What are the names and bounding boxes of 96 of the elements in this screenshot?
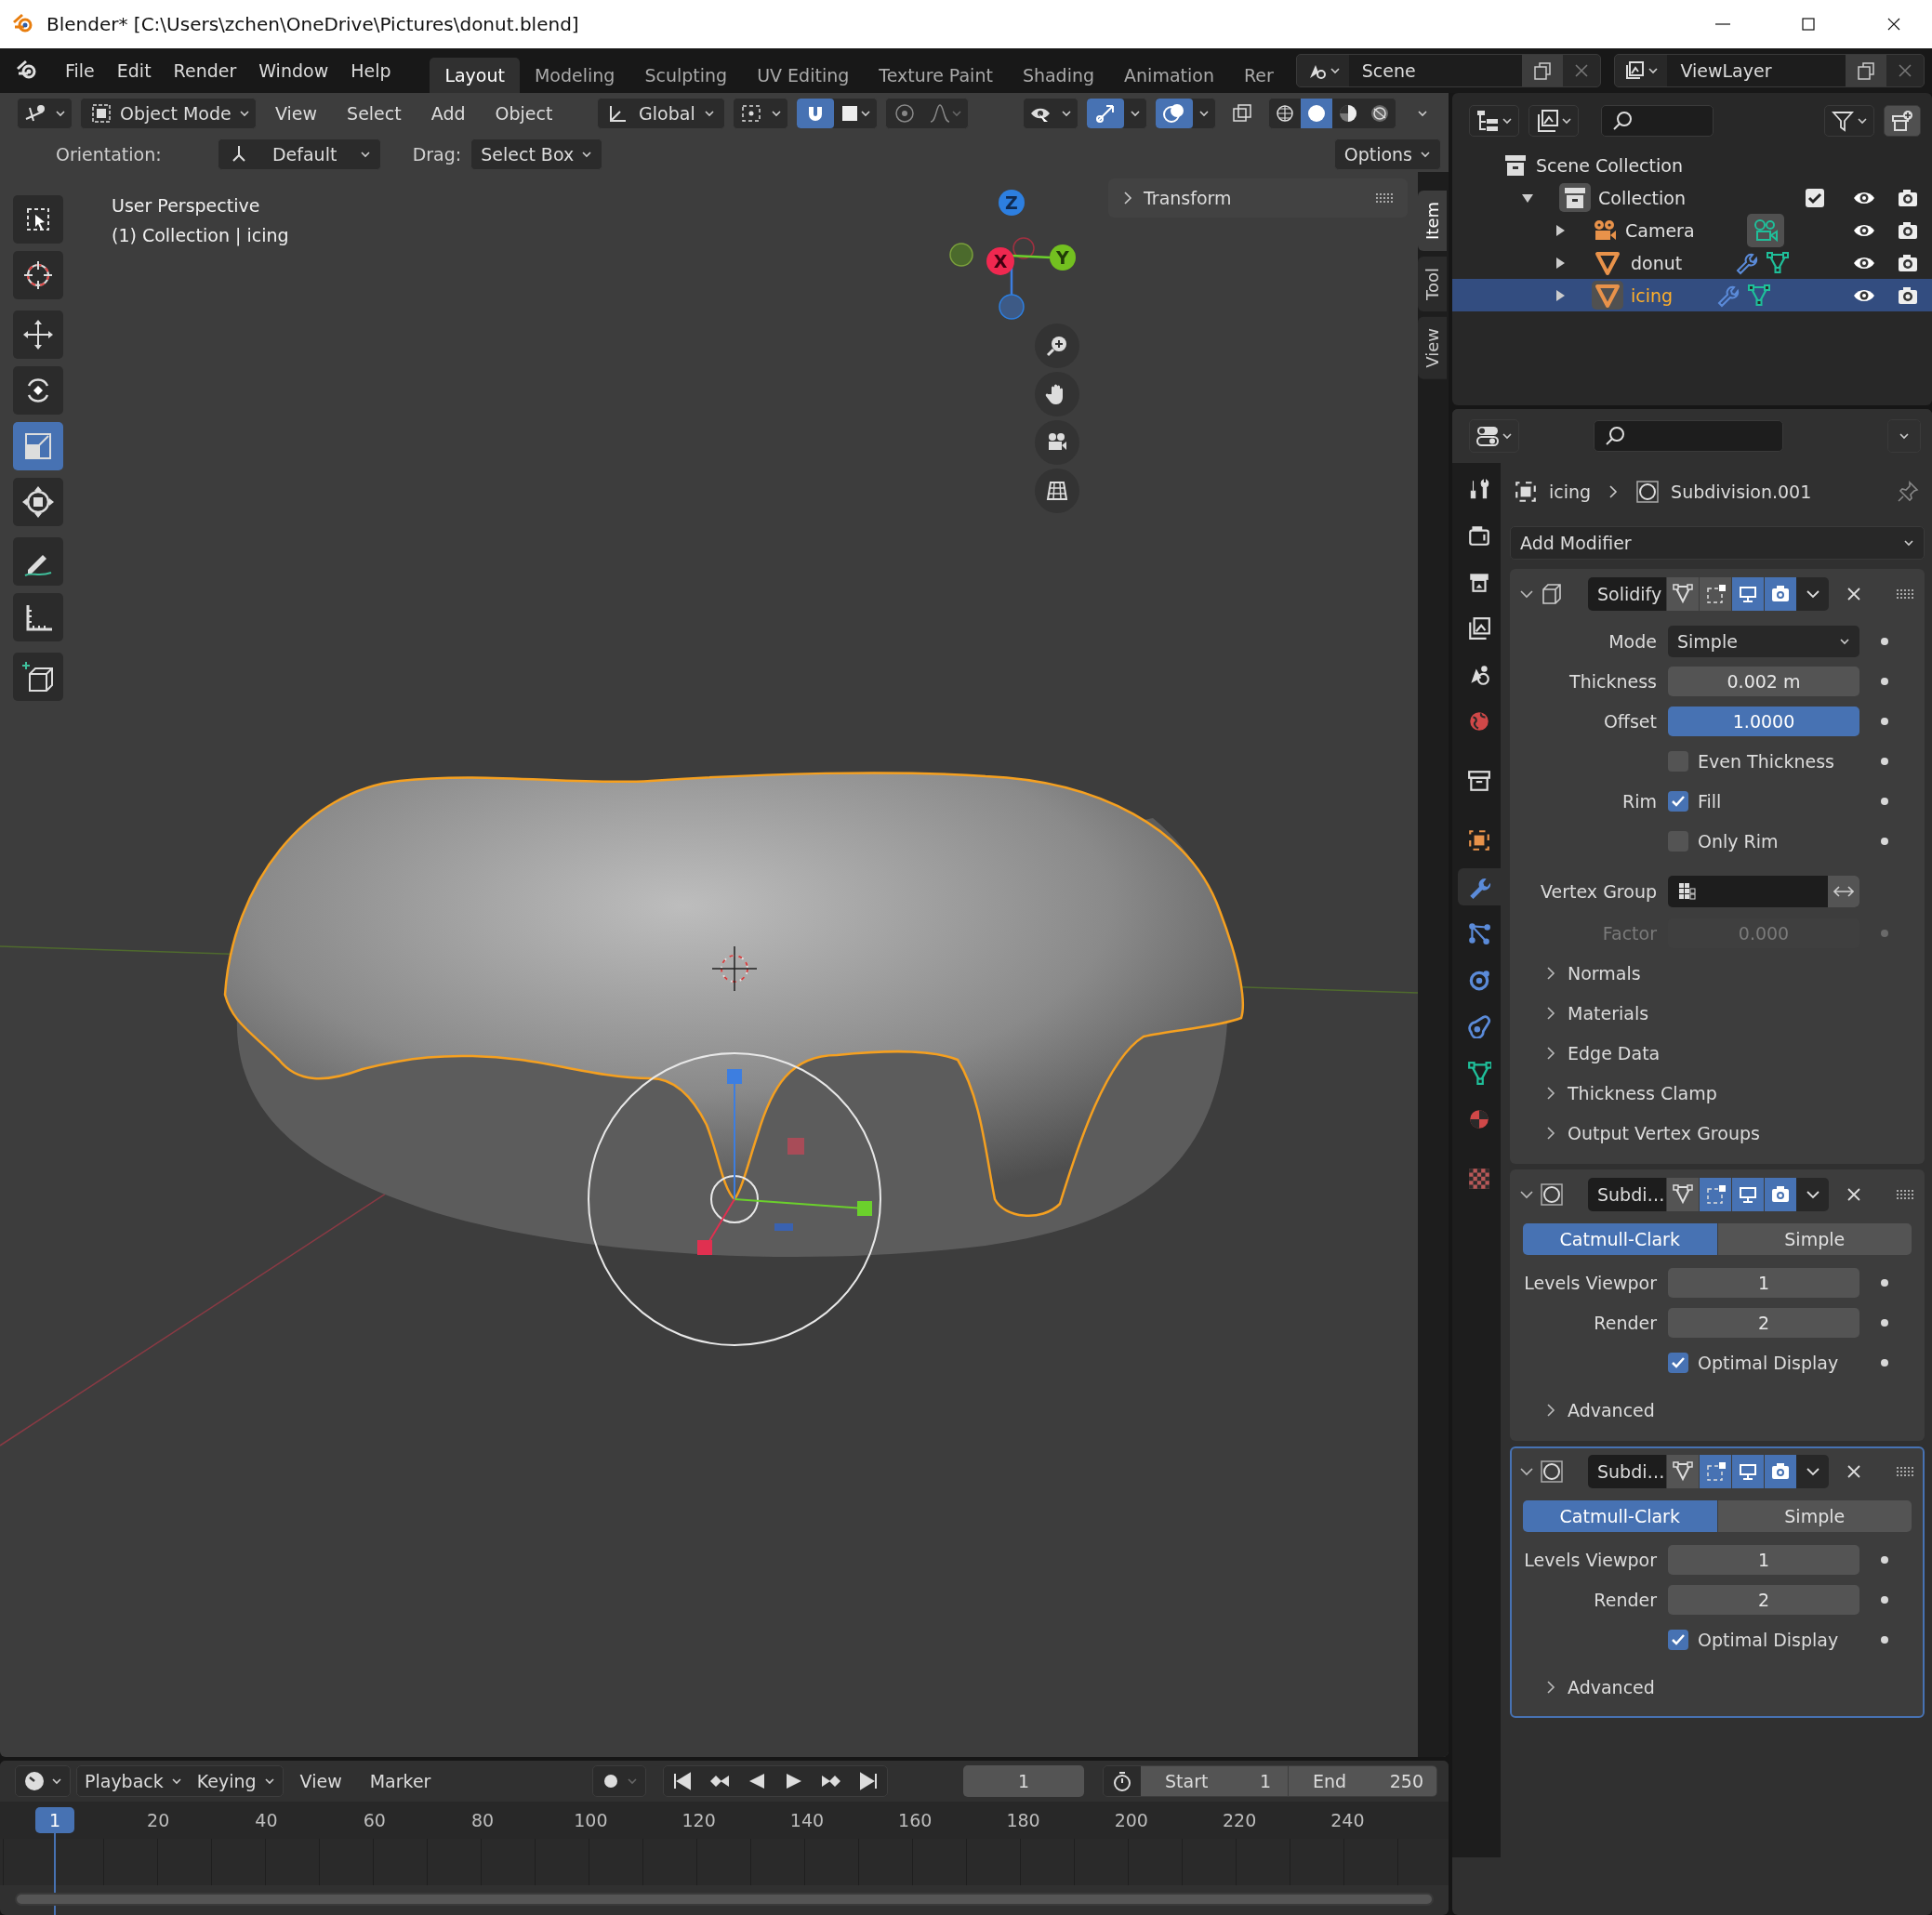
- number-field[interactable]: 1.0000: [1668, 706, 1859, 736]
- field-label: Offset: [1602, 710, 1657, 732]
- menu-item[interactable]: Object: [483, 98, 564, 129]
- number-field[interactable]: 2: [1668, 1584, 1859, 1615]
- subpanel-header[interactable]: Advanced: [1519, 1390, 1915, 1430]
- transform-panel-header[interactable]: Transform: [1108, 178, 1408, 218]
- frame-number: 80: [470, 1809, 496, 1832]
- orientation-dropdown[interactable]: Default: [217, 139, 381, 170]
- segment-button[interactable]: Simple: [1716, 1500, 1912, 1532]
- frame-number: 200: [1113, 1809, 1149, 1832]
- frame-number: 220: [1222, 1809, 1258, 1832]
- field-label: Thickness: [1568, 670, 1657, 692]
- menu-item[interactable]: Select: [336, 98, 413, 129]
- add-modifier-dropdown[interactable]: Add Modifier: [1510, 526, 1925, 560]
- subpanel-header[interactable]: Advanced: [1519, 1667, 1915, 1707]
- checkbox-label: Even Thickness: [1698, 750, 1834, 772]
- menu-item[interactable]: Help: [339, 55, 403, 86]
- segment-button[interactable]: Catmull-Clark: [1523, 1223, 1717, 1255]
- outliner-row[interactable]: donut: [1452, 246, 1932, 279]
- frame-number: 120: [681, 1809, 717, 1832]
- axis-handle[interactable]: X: [986, 247, 1014, 275]
- menu-item[interactable]: Edit: [105, 55, 163, 86]
- field-label: Factor: [1601, 922, 1657, 944]
- breadcrumb-item: icing: [1549, 482, 1592, 502]
- frame-number: 160: [897, 1809, 933, 1832]
- subpanel-header[interactable]: Thickness Clamp: [1519, 1073, 1915, 1113]
- drag-dropdown[interactable]: Select Box: [470, 139, 603, 170]
- menu-dropdown[interactable]: Keying: [189, 1766, 283, 1796]
- field-label: Orientation:: [56, 144, 162, 165]
- menu-item[interactable]: Add: [419, 98, 477, 129]
- outliner-row[interactable]: icing: [1452, 279, 1932, 311]
- playhead[interactable]: 1: [35, 1807, 74, 1833]
- number-field[interactable]: 2: [1668, 1307, 1859, 1338]
- field-label: Render: [1593, 1312, 1657, 1333]
- menu-item[interactable]: Marker: [358, 1765, 443, 1797]
- orientation-dropdown[interactable]: Global: [597, 98, 726, 129]
- outliner-row[interactable]: Collection: [1452, 181, 1932, 214]
- menu-item[interactable]: View: [288, 1765, 353, 1797]
- mode-dropdown[interactable]: Object Mode: [80, 98, 257, 129]
- menu-item[interactable]: Render: [162, 55, 248, 86]
- frame-number: 240: [1330, 1809, 1366, 1832]
- field-label: Levels Viewpor: [1523, 1272, 1657, 1293]
- modifier-name-field[interactable]: Subdi…: [1588, 1455, 1666, 1488]
- menu-item[interactable]: Window: [247, 55, 340, 86]
- segment-button[interactable]: Catmull-Clark: [1523, 1500, 1717, 1532]
- checkbox-label: Only Rim: [1698, 830, 1779, 852]
- outliner-row[interactable]: Scene Collection: [1452, 149, 1932, 181]
- number-field[interactable]: 1: [1668, 1544, 1859, 1575]
- options-dropdown[interactable]: Options: [1333, 139, 1441, 170]
- scene-selector[interactable]: Scene: [1295, 54, 1602, 87]
- menu-item[interactable]: File: [54, 55, 106, 86]
- sidebar-tab[interactable]: Item: [1418, 191, 1447, 251]
- number-field[interactable]: 1: [1668, 1267, 1859, 1298]
- subpanel-header[interactable]: Edge Data: [1519, 1033, 1915, 1073]
- viewport-info-text: (1) Collection | icing: [112, 224, 289, 248]
- frame-number: 20: [146, 1809, 171, 1832]
- subpanel-header[interactable]: Output Vertex Groups: [1519, 1113, 1915, 1153]
- field-label: Mode: [1608, 630, 1657, 652]
- field-label: Render: [1593, 1589, 1657, 1610]
- workspace-tab[interactable]: UV Editing: [742, 58, 865, 93]
- field-label: Drag:: [412, 144, 462, 165]
- field-label: Rim: [1621, 790, 1657, 812]
- segment-button[interactable]: Simple: [1716, 1223, 1912, 1255]
- viewport-info-text: User Perspective: [112, 194, 260, 218]
- sidebar-tab[interactable]: Tool: [1418, 257, 1447, 311]
- workspace-tab[interactable]: Rer: [1228, 58, 1289, 93]
- number-field[interactable]: 0.002 m: [1668, 666, 1859, 696]
- field-label: Vertex Group: [1540, 881, 1657, 902]
- workspace-tab[interactable]: Modeling: [519, 58, 630, 93]
- workspace-tab[interactable]: Animation: [1109, 58, 1229, 93]
- modifier-name-field[interactable]: Solidify: [1588, 577, 1666, 611]
- frame-number: 60: [362, 1809, 387, 1832]
- menu-dropdown[interactable]: Playback: [77, 1766, 190, 1796]
- view-layer-selector[interactable]: ViewLayer: [1614, 54, 1925, 87]
- workspace-tab[interactable]: Layout: [430, 58, 520, 93]
- subpanel-header[interactable]: Normals: [1519, 953, 1915, 993]
- workspace-tab[interactable]: Shading: [1007, 58, 1110, 93]
- workspace-tab[interactable]: Texture Paint: [864, 58, 1008, 93]
- checkbox-label: Fill: [1698, 790, 1722, 812]
- frame-number: 100: [573, 1809, 609, 1832]
- window-title: Blender* [C:\Users\zchen\OneDrive\Pictures\donut.blend]: [46, 13, 579, 35]
- mode-dropdown[interactable]: Simple: [1668, 625, 1859, 657]
- frame-field[interactable]: 1: [963, 1765, 1084, 1797]
- field-label: Levels Viewpor: [1523, 1549, 1657, 1570]
- frame-number: 140: [788, 1809, 826, 1832]
- breadcrumb-item: Subdivision.001: [1671, 482, 1812, 502]
- frame-number: 40: [254, 1809, 279, 1832]
- frame-number: 180: [1005, 1809, 1041, 1832]
- menu-item[interactable]: View: [264, 98, 329, 129]
- sidebar-tab[interactable]: View: [1418, 316, 1447, 379]
- checkbox-label: Optimal Display: [1698, 1352, 1839, 1373]
- workspace-tab[interactable]: Sculpting: [629, 58, 743, 93]
- modifier-name-field[interactable]: Subdi…: [1588, 1178, 1666, 1211]
- checkbox-label: Optimal Display: [1698, 1629, 1839, 1650]
- outliner-row[interactable]: Camera: [1452, 214, 1932, 246]
- subpanel-header[interactable]: Materials: [1519, 993, 1915, 1033]
